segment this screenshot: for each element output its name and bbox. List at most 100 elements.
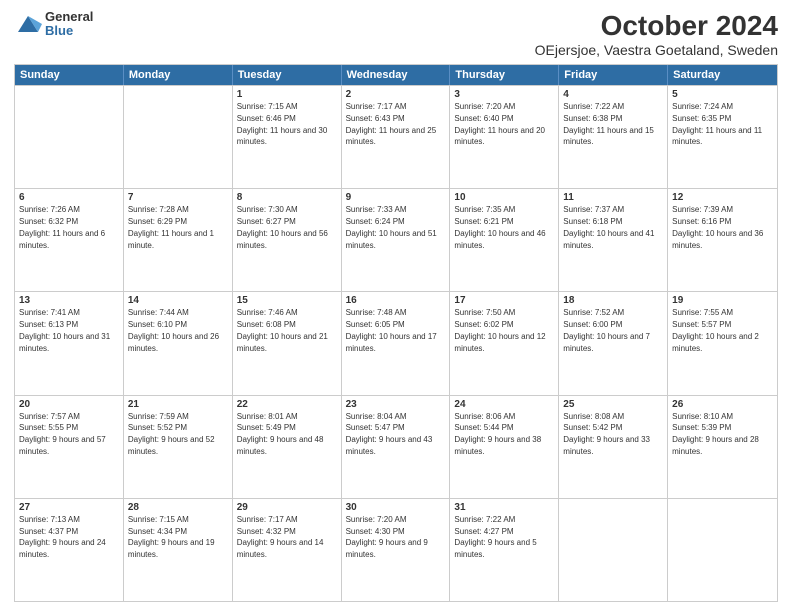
cell-info: Sunrise: 7:35 AMSunset: 6:21 PMDaylight:… [454, 205, 545, 249]
day-number: 29 [237, 502, 337, 513]
cell-4-5: 24Sunrise: 8:06 AMSunset: 5:44 PMDayligh… [450, 396, 559, 498]
cell-info: Sunrise: 7:13 AMSunset: 4:37 PMDaylight:… [19, 515, 106, 559]
cell-info: Sunrise: 7:24 AMSunset: 6:35 PMDaylight:… [672, 102, 762, 146]
week-row-5: 27Sunrise: 7:13 AMSunset: 4:37 PMDayligh… [15, 498, 777, 601]
day-number: 26 [672, 399, 773, 410]
cell-5-3: 29 Sunrise: 7:17 AMSunset: 4:32 PMDayligh… [233, 499, 342, 601]
day-number: 20 [19, 399, 119, 410]
cell-5-6 [559, 499, 668, 601]
cell-5-5: 31 Sunrise: 7:22 AMSunset: 4:27 PMDayligh… [450, 499, 559, 601]
cell-info: Sunrise: 7:44 AMSunset: 6:10 PMDaylight:… [128, 308, 219, 352]
cell-info: Sunrise: 7:59 AMSunset: 5:52 PMDaylight:… [128, 412, 215, 456]
day-number: 8 [237, 192, 337, 203]
header-monday: Monday [124, 65, 233, 85]
week-row-1: 1 Sunrise: 7:15 AMSunset: 6:46 PMDaylight… [15, 85, 777, 188]
cell-2-3: 8 Sunrise: 7:30 AMSunset: 6:27 PMDaylight… [233, 189, 342, 291]
cell-2-7: 12 Sunrise: 7:39 AMSunset: 6:16 PMDayligh… [668, 189, 777, 291]
cell-2-2: 7 Sunrise: 7:28 AMSunset: 6:29 PMDaylight… [124, 189, 233, 291]
day-number: 31 [454, 502, 554, 513]
cell-3-7: 19Sunrise: 7:55 AMSunset: 5:57 PMDayligh… [668, 292, 777, 394]
page-subtitle: OEjersjoe, Vaestra Goetaland, Sweden [535, 42, 778, 58]
day-number: 11 [563, 192, 663, 203]
cell-info: Sunrise: 7:41 AMSunset: 6:13 PMDaylight:… [19, 308, 110, 352]
cell-2-5: 10 Sunrise: 7:35 AMSunset: 6:21 PMDayligh… [450, 189, 559, 291]
week-row-4: 20 Sunrise: 7:57 AMSunset: 5:55 PMDayligh… [15, 395, 777, 498]
day-number: 15 [237, 295, 337, 306]
cell-2-1: 6Sunrise: 7:26 AMSunset: 6:32 PMDaylight… [15, 189, 124, 291]
cell-4-1: 20 Sunrise: 7:57 AMSunset: 5:55 PMDayligh… [15, 396, 124, 498]
header-thursday: Thursday [450, 65, 559, 85]
cell-1-3: 1 Sunrise: 7:15 AMSunset: 6:46 PMDaylight… [233, 86, 342, 188]
day-number: 21 [128, 399, 228, 410]
cell-info: Sunrise: 7:20 AMSunset: 4:30 PMDaylight:… [346, 515, 428, 559]
header-wednesday: Wednesday [342, 65, 451, 85]
cell-1-2 [124, 86, 233, 188]
day-number: 2 [346, 89, 446, 100]
cell-1-7: 5Sunrise: 7:24 AMSunset: 6:35 PMDaylight… [668, 86, 777, 188]
cell-info: Sunrise: 7:46 AMSunset: 6:08 PMDaylight:… [237, 308, 328, 352]
header: General Blue October 2024 OEjersjoe, Vae… [14, 10, 778, 58]
day-number: 12 [672, 192, 773, 203]
cell-info: Sunrise: 7:15 AMSunset: 6:46 PMDaylight:… [237, 102, 328, 146]
cell-info: Sunrise: 8:04 AMSunset: 5:47 PMDaylight:… [346, 412, 433, 456]
cell-info: Sunrise: 8:06 AMSunset: 5:44 PMDaylight:… [454, 412, 541, 456]
day-number: 19 [672, 295, 773, 306]
cell-5-7 [668, 499, 777, 601]
cell-4-6: 25 Sunrise: 8:08 AMSunset: 5:42 PMDayligh… [559, 396, 668, 498]
day-number: 18 [563, 295, 663, 306]
day-number: 10 [454, 192, 554, 203]
week-row-2: 6Sunrise: 7:26 AMSunset: 6:32 PMDaylight… [15, 188, 777, 291]
cell-2-4: 9 Sunrise: 7:33 AMSunset: 6:24 PMDaylight… [342, 189, 451, 291]
cell-info: Sunrise: 8:01 AMSunset: 5:49 PMDaylight:… [237, 412, 324, 456]
logo-text: General Blue [45, 10, 93, 39]
cell-info: Sunrise: 7:17 AMSunset: 4:32 PMDaylight:… [237, 515, 324, 559]
cell-5-2: 28Sunrise: 7:15 AMSunset: 4:34 PMDayligh… [124, 499, 233, 601]
cell-info: Sunrise: 7:37 AMSunset: 6:18 PMDaylight:… [563, 205, 654, 249]
header-sunday: Sunday [15, 65, 124, 85]
cell-4-2: 21 Sunrise: 7:59 AMSunset: 5:52 PMDayligh… [124, 396, 233, 498]
cell-info: Sunrise: 8:08 AMSunset: 5:42 PMDaylight:… [563, 412, 650, 456]
cell-info: Sunrise: 7:30 AMSunset: 6:27 PMDaylight:… [237, 205, 328, 249]
page-title: October 2024 [535, 10, 778, 42]
logo-blue: Blue [45, 24, 93, 38]
cell-1-5: 3Sunrise: 7:20 AMSunset: 6:40 PMDaylight… [450, 86, 559, 188]
cell-info: Sunrise: 7:26 AMSunset: 6:32 PMDaylight:… [19, 205, 105, 249]
cell-info: Sunrise: 7:39 AMSunset: 6:16 PMDaylight:… [672, 205, 763, 249]
cell-3-3: 15 Sunrise: 7:46 AMSunset: 6:08 PMDayligh… [233, 292, 342, 394]
day-number: 14 [128, 295, 228, 306]
cell-info: Sunrise: 7:17 AMSunset: 6:43 PMDaylight:… [346, 102, 437, 146]
cell-1-4: 2 Sunrise: 7:17 AMSunset: 6:43 PMDaylight… [342, 86, 451, 188]
cell-info: Sunrise: 7:28 AMSunset: 6:29 PMDaylight:… [128, 205, 214, 249]
day-number: 23 [346, 399, 446, 410]
cell-info: Sunrise: 7:22 AMSunset: 4:27 PMDaylight:… [454, 515, 536, 559]
day-number: 1 [237, 89, 337, 100]
day-number: 30 [346, 502, 446, 513]
cell-info: Sunrise: 7:57 AMSunset: 5:55 PMDaylight:… [19, 412, 106, 456]
day-number: 16 [346, 295, 446, 306]
week-row-3: 13 Sunrise: 7:41 AMSunset: 6:13 PMDayligh… [15, 291, 777, 394]
cell-3-2: 14 Sunrise: 7:44 AMSunset: 6:10 PMDayligh… [124, 292, 233, 394]
cell-4-4: 23 Sunrise: 8:04 AMSunset: 5:47 PMDayligh… [342, 396, 451, 498]
logo-general: General [45, 10, 93, 24]
cell-3-1: 13 Sunrise: 7:41 AMSunset: 6:13 PMDayligh… [15, 292, 124, 394]
day-number: 22 [237, 399, 337, 410]
day-number: 13 [19, 295, 119, 306]
cell-info: Sunrise: 7:50 AMSunset: 6:02 PMDaylight:… [454, 308, 545, 352]
page: General Blue October 2024 OEjersjoe, Vae… [0, 0, 792, 612]
cell-4-7: 26 Sunrise: 8:10 AMSunset: 5:39 PMDayligh… [668, 396, 777, 498]
day-number: 28 [128, 502, 228, 513]
day-number: 25 [563, 399, 663, 410]
day-number: 7 [128, 192, 228, 203]
cell-3-5: 17Sunrise: 7:50 AMSunset: 6:02 PMDayligh… [450, 292, 559, 394]
day-number: 4 [563, 89, 663, 100]
cell-info: Sunrise: 8:10 AMSunset: 5:39 PMDaylight:… [672, 412, 759, 456]
cell-info: Sunrise: 7:33 AMSunset: 6:24 PMDaylight:… [346, 205, 437, 249]
cell-1-6: 4Sunrise: 7:22 AMSunset: 6:38 PMDaylight… [559, 86, 668, 188]
cell-1-1 [15, 86, 124, 188]
cell-info: Sunrise: 7:48 AMSunset: 6:05 PMDaylight:… [346, 308, 437, 352]
title-block: October 2024 OEjersjoe, Vaestra Goetalan… [535, 10, 778, 58]
header-friday: Friday [559, 65, 668, 85]
day-number: 9 [346, 192, 446, 203]
cell-4-3: 22 Sunrise: 8:01 AMSunset: 5:49 PMDayligh… [233, 396, 342, 498]
logo-icon [14, 10, 42, 38]
